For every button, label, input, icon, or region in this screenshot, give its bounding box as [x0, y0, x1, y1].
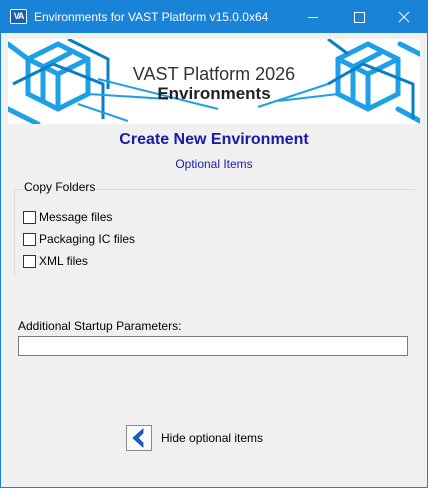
startup-params-input[interactable]	[18, 336, 408, 356]
checkbox-box[interactable]	[23, 233, 36, 246]
page-subheading: Optional Items	[175, 157, 253, 171]
window-title: Environments for VAST Platform v15.0.0x6…	[34, 10, 269, 24]
minimize-button[interactable]	[290, 1, 336, 33]
maximize-icon	[354, 12, 365, 23]
hide-optional-items-button[interactable]: Hide optional items	[126, 425, 286, 453]
checkbox-label[interactable]: XML files	[39, 253, 88, 269]
copy-folders-legend: Copy Folders	[23, 180, 97, 194]
checkbox-label[interactable]: Message files	[39, 209, 112, 225]
banner-product-name: VAST Platform 2026	[132, 64, 296, 84]
product-banner: VAST Platform 2026 Environments	[8, 39, 420, 124]
startup-params-label: Additional Startup Parameters:	[18, 319, 182, 333]
close-button[interactable]	[381, 1, 427, 33]
vast-app-icon[interactable]: VA	[10, 9, 27, 24]
banner-subtitle: Environments	[157, 84, 271, 103]
maximize-button[interactable]	[336, 1, 382, 33]
minimize-icon	[308, 17, 318, 18]
page-heading: Create New Environment	[119, 131, 309, 148]
hide-optional-items-label[interactable]: Hide optional items	[161, 431, 263, 445]
checkbox-label[interactable]: Packaging IC files	[39, 231, 135, 247]
checkbox-box[interactable]	[23, 255, 36, 268]
copy-folders-group: Copy Folders Message files Packaging IC …	[14, 180, 415, 276]
checkbox-box[interactable]	[23, 211, 36, 224]
title-bar[interactable]: VA Environments for VAST Platform v15.0.…	[1, 1, 427, 33]
chevron-left-icon[interactable]	[126, 425, 152, 451]
environments-window: VA Environments for VAST Platform v15.0.…	[0, 0, 428, 488]
close-icon	[398, 11, 410, 23]
